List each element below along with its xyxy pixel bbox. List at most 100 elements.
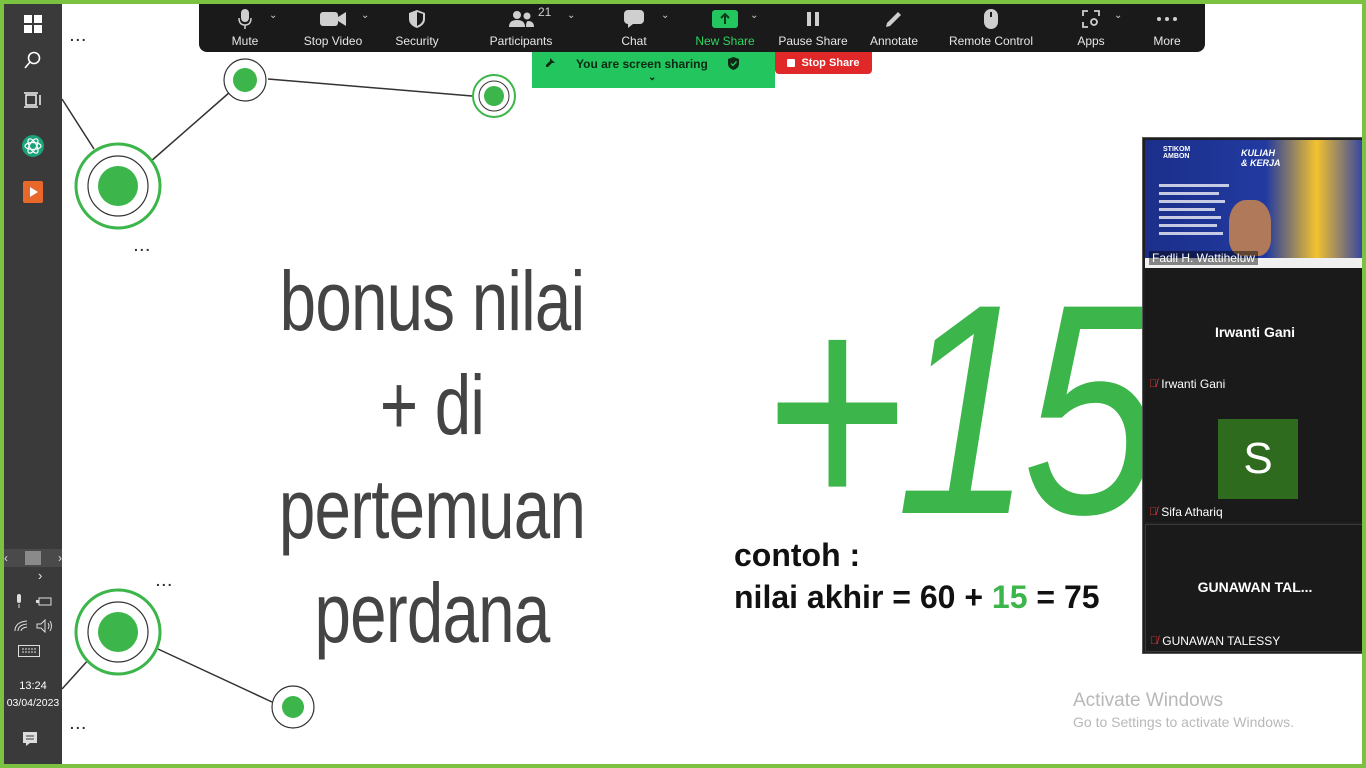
task-view-icon[interactable] — [4, 80, 62, 120]
example-text: contoh : nilai akhir = 60 + 15 = 75 — [734, 534, 1100, 618]
stop-video-label: Stop Video — [303, 34, 363, 48]
activate-windows-watermark: Activate Windows Go to Settings to activ… — [1073, 690, 1294, 730]
shield-icon — [408, 6, 426, 32]
notification-icon[interactable] — [22, 731, 38, 750]
zoom-meeting-toolbar: Mute ⌄ Stop Video ⌄ Security Participant… — [199, 0, 1205, 52]
participant-tile[interactable]: Irwanti Gani 🎙̸ Irwanti Gani — [1145, 268, 1365, 394]
new-share-button[interactable]: New Share — [693, 0, 757, 52]
microphone-icon — [238, 6, 252, 32]
battery-icon[interactable] — [36, 595, 52, 610]
heading-line: pertemuan — [278, 462, 586, 556]
apps-label: Apps — [1077, 34, 1105, 48]
stop-share-label: Stop Share — [801, 57, 860, 69]
formula-suffix: = 75 — [1027, 579, 1100, 615]
security-label: Security — [395, 34, 439, 48]
windows-start-icon[interactable] — [4, 4, 62, 44]
chevron-right-icon[interactable]: › — [38, 568, 42, 583]
muted-microphone-icon: 🎙̸ — [1150, 635, 1159, 647]
presentation-app-icon[interactable] — [4, 172, 62, 212]
microphone-icon[interactable] — [14, 594, 24, 611]
participant-tile[interactable]: STIKOM AMBON KULIAH & KERJA Fadli H. Watti… — [1145, 140, 1365, 268]
share-options-caret-icon[interactable]: ⌄ — [750, 10, 758, 21]
participant-avatar: S — [1218, 419, 1298, 499]
participants-options-caret-icon[interactable]: ⌄ — [567, 10, 575, 21]
stop-video-button[interactable]: Stop Video — [299, 0, 367, 52]
formula-bonus: 15 — [991, 579, 1028, 615]
chat-label: Chat — [621, 34, 647, 48]
more-label: More — [1153, 34, 1181, 48]
pin-icon[interactable] — [544, 57, 556, 72]
chevron-down-icon[interactable]: ⌄ — [648, 72, 656, 83]
stop-share-button[interactable]: Stop Share — [775, 52, 872, 74]
participants-icon — [507, 6, 535, 32]
search-icon[interactable] — [4, 40, 62, 80]
atom-app-icon[interactable] — [4, 126, 62, 166]
participant-face — [1229, 200, 1271, 256]
muted-microphone-icon: 🎙̸ — [1149, 378, 1158, 390]
participant-tile[interactable]: GUNAWAN TAL... 🎙̸ GUNAWAN TALESSY — [1145, 524, 1365, 652]
mute-button[interactable]: Mute — [217, 0, 273, 52]
share-screen-icon — [712, 6, 738, 32]
example-title: contoh : — [734, 537, 861, 573]
chat-button[interactable]: Chat — [609, 0, 659, 52]
clock-time[interactable]: 13:24 — [4, 680, 62, 692]
remote-control-label: Remote Control — [948, 34, 1034, 48]
apps-icon — [1082, 6, 1100, 32]
watermark-subtitle: Go to Settings to activate Windows. — [1073, 714, 1294, 730]
new-share-label: New Share — [695, 34, 755, 48]
scroll-left-icon[interactable]: ‹ — [4, 551, 8, 565]
participant-name: Sifa Athariq — [1161, 505, 1223, 519]
ellipsis-decoration: ... — [70, 716, 88, 732]
pause-share-button[interactable]: Pause Share — [778, 0, 848, 52]
slide-heading: bonus nilai + di pertemuan perdana — [260, 249, 603, 665]
ellipsis-decoration: ... — [70, 28, 88, 44]
campus-logo: STIKOM AMBON — [1163, 146, 1191, 160]
mute-options-caret-icon[interactable]: ⌄ — [269, 10, 277, 21]
screen-sharing-text: You are screen sharing — [576, 57, 708, 71]
annotate-button[interactable]: Annotate — [865, 0, 923, 52]
muted-microphone-icon: 🎙̸ — [1149, 506, 1158, 518]
participant-video-panel: STIKOM AMBON KULIAH & KERJA Fadli H. Watti… — [1142, 137, 1366, 654]
participant-name: GUNAWAN TALESSY — [1162, 634, 1281, 648]
taskbar-scroll[interactable]: ‹ › — [4, 549, 62, 567]
mute-label: Mute — [231, 34, 259, 48]
chat-options-caret-icon[interactable]: ⌄ — [661, 10, 669, 21]
participants-count: 21 — [538, 5, 552, 19]
scroll-right-icon[interactable]: › — [58, 551, 62, 565]
wifi-icon[interactable] — [14, 620, 28, 635]
volume-icon[interactable] — [36, 618, 54, 636]
watermark-title: Activate Windows — [1073, 690, 1223, 711]
screen-sharing-banner[interactable]: You are screen sharing ⌄ — [532, 52, 775, 88]
pause-share-label: Pause Share — [778, 34, 848, 48]
heading-line: perdana — [314, 566, 551, 660]
scroll-thumb[interactable] — [25, 551, 41, 565]
stop-icon — [787, 59, 796, 67]
video-options-caret-icon[interactable]: ⌄ — [361, 10, 369, 21]
bonus-number: +15 — [762, 241, 1160, 577]
participant-name-bar: 🎙̸ Irwanti Gani — [1149, 377, 1225, 391]
keyboard-icon[interactable] — [18, 645, 40, 660]
more-dots-icon — [1156, 6, 1178, 32]
participant-name: Fadli H. Wattiheluw — [1149, 251, 1258, 265]
participant-name-bar: 🎙̸ Sifa Athariq — [1149, 505, 1223, 519]
video-camera-icon — [320, 6, 346, 32]
remote-control-button[interactable]: Remote Control — [947, 0, 1035, 52]
clock-date[interactable]: 03/04/2023 — [4, 697, 62, 709]
participant-name-bar: 🎙̸ GUNAWAN TALESSY — [1150, 634, 1280, 648]
apps-options-caret-icon[interactable]: ⌄ — [1114, 10, 1122, 21]
annotate-label: Annotate — [869, 34, 919, 48]
pause-icon — [806, 6, 820, 32]
security-button[interactable]: Security — [389, 0, 445, 52]
poster-title: KULIAH & KERJA — [1241, 148, 1281, 168]
participant-tile[interactable]: S 🎙̸ Sifa Athariq — [1145, 394, 1365, 522]
pen-icon — [884, 6, 904, 32]
participants-label: Participants — [489, 34, 553, 48]
ellipsis-decoration: ... — [134, 238, 152, 254]
participant-center-name: Irwanti Gani — [1214, 324, 1296, 340]
windows-taskbar: ‹ › › 13:24 03/04/2023 — [4, 4, 62, 764]
shield-check-icon[interactable] — [728, 57, 739, 73]
apps-button[interactable]: Apps — [1067, 0, 1115, 52]
participant-name: Irwanti Gani — [1161, 377, 1226, 391]
example-formula: nilai akhir = 60 + 15 = 75 — [734, 576, 1100, 618]
more-button[interactable]: More — [1143, 0, 1191, 52]
